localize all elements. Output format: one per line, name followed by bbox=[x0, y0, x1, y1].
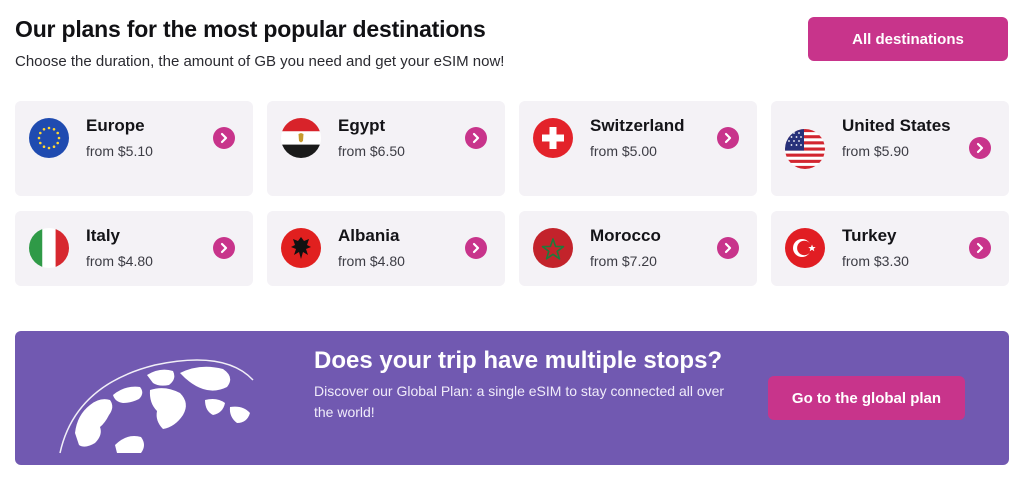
usa-flag-icon bbox=[785, 129, 825, 169]
destination-card-switzerland[interactable]: Switzerland from $5.00 bbox=[519, 101, 757, 196]
egypt-flag-icon bbox=[281, 118, 321, 158]
destination-name: Turkey bbox=[842, 226, 897, 245]
italy-flag-icon bbox=[29, 228, 69, 268]
morocco-flag-icon bbox=[533, 228, 573, 268]
destination-card-turkey[interactable]: Turkey from $3.30 bbox=[771, 211, 1009, 286]
destination-price: from $5.00 bbox=[590, 143, 657, 159]
destination-name: Morocco bbox=[590, 226, 661, 245]
destination-card-europe[interactable]: Europe from $5.10 bbox=[15, 101, 253, 196]
global-plan-button[interactable]: Go to the global plan bbox=[768, 376, 965, 420]
banner-title: Does your trip have multiple stops? bbox=[314, 347, 723, 374]
destinations-grid: Europe from $5.10 Egypt from $6.50 Switz… bbox=[15, 101, 1009, 286]
destination-card-morocco[interactable]: Morocco from $7.20 bbox=[519, 211, 757, 286]
all-destinations-button[interactable]: All destinations bbox=[808, 17, 1008, 61]
section-header: Our plans for the most popular destinati… bbox=[15, 14, 795, 72]
destination-price: from $3.30 bbox=[842, 253, 909, 269]
chevron-right-icon[interactable] bbox=[717, 127, 739, 149]
banner-description: Discover our Global Plan: a single eSIM … bbox=[314, 383, 725, 420]
destination-name: Albania bbox=[338, 226, 400, 245]
destination-price: from $4.80 bbox=[86, 253, 153, 269]
globe-icon bbox=[59, 359, 254, 454]
page-subtitle: Choose the duration, the amount of GB yo… bbox=[15, 53, 505, 70]
destination-price: from $6.50 bbox=[338, 143, 405, 159]
eu-flag-icon bbox=[29, 118, 69, 158]
destination-name: Europe bbox=[86, 116, 145, 135]
destination-price: from $5.90 bbox=[842, 143, 909, 159]
destination-card-united-states[interactable]: United States from $5.90 bbox=[771, 101, 1009, 196]
destination-name: Italy bbox=[86, 226, 121, 245]
chevron-right-icon[interactable] bbox=[717, 237, 739, 259]
destination-name: United States bbox=[842, 116, 951, 135]
chevron-right-icon[interactable] bbox=[213, 127, 235, 149]
destination-price: from $7.20 bbox=[590, 253, 657, 269]
destination-name: Switzerland bbox=[590, 116, 685, 135]
destination-card-albania[interactable]: Albania from $4.80 bbox=[267, 211, 505, 286]
turkey-flag-icon bbox=[785, 228, 825, 268]
global-plan-banner: Does your trip have multiple stops? Disc… bbox=[15, 331, 1009, 465]
destination-price: from $4.80 bbox=[338, 253, 405, 269]
banner-text: Does your trip have multiple stops? Disc… bbox=[314, 346, 734, 423]
chevron-right-icon[interactable] bbox=[969, 137, 991, 159]
destination-price: from $5.10 bbox=[86, 143, 153, 159]
chevron-right-icon[interactable] bbox=[465, 127, 487, 149]
destination-card-italy[interactable]: Italy from $4.80 bbox=[15, 211, 253, 286]
chevron-right-icon[interactable] bbox=[213, 237, 235, 259]
destination-name: Egypt bbox=[338, 116, 386, 135]
destination-card-egypt[interactable]: Egypt from $6.50 bbox=[267, 101, 505, 196]
chevron-right-icon[interactable] bbox=[465, 237, 487, 259]
page-title: Our plans for the most popular destinati… bbox=[15, 16, 486, 42]
chevron-right-icon[interactable] bbox=[969, 237, 991, 259]
switzerland-flag-icon bbox=[533, 118, 573, 158]
albania-flag-icon bbox=[281, 228, 321, 268]
